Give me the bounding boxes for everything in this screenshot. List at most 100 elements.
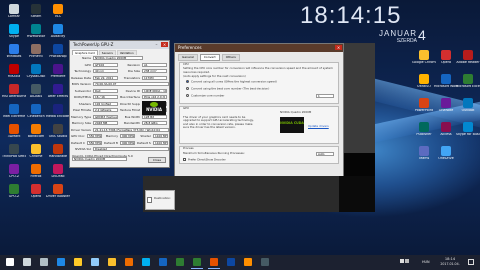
- max-processes-select[interactable]: Auto: [316, 152, 334, 156]
- taskbar-excel[interactable]: [172, 256, 188, 269]
- app-icon: [31, 144, 41, 154]
- desktop-icon[interactable]: Google Chrome: [412, 50, 436, 65]
- desktop-icon[interactable]: Publisher: [412, 122, 436, 137]
- tab-general[interactable]: General: [178, 54, 198, 61]
- taskbar-explorer[interactable]: [70, 256, 86, 269]
- taskbar: HUN 18:14 2017.01.04.: [0, 255, 480, 270]
- gpu-select[interactable]: NVIDIA Quadro 2000M: [72, 157, 127, 161]
- desktop-icon[interactable]: Skype: [2, 24, 26, 39]
- desktop-icon[interactable]: OneDrive: [434, 146, 458, 161]
- desktop-icon[interactable]: Outlook: [456, 98, 480, 113]
- desktop-icon[interactable]: Skype for Business: [456, 122, 480, 137]
- cpu-option-custom[interactable]: Customize core number: [186, 94, 224, 98]
- tab-convert[interactable]: Convert: [199, 54, 220, 61]
- desktop-icon[interactable]: DVDFab: [46, 164, 70, 179]
- taskbar-search[interactable]: [19, 256, 35, 269]
- desktop-icon[interactable]: FileZilla: [2, 64, 26, 79]
- app-icon: [463, 50, 473, 60]
- directshow-option[interactable]: Prefer DirectShow Decoder: [183, 158, 226, 162]
- gpuz-titlebar[interactable]: TechPowerUp GPU-Z – ×: [70, 41, 169, 49]
- gpuz-row-label: Driver Version: [71, 127, 91, 132]
- desktop-icon-label: Publisher: [416, 133, 432, 136]
- desktop-icon[interactable]: Premiere: [46, 64, 70, 79]
- language-indicator[interactable]: HUN: [422, 255, 430, 270]
- desktop-icon[interactable]: Chrome: [24, 144, 48, 159]
- taskbar-edge[interactable]: [53, 256, 69, 269]
- taskbar-word[interactable]: [155, 256, 171, 269]
- tab-graphics-card[interactable]: Graphics Card: [72, 50, 98, 55]
- desktop-icon[interactable]: PowerPoint: [412, 98, 436, 113]
- cpu-option-best-core[interactable]: Convert using the best core number (The …: [186, 87, 269, 91]
- desktop-icon[interactable]: After Effects: [46, 84, 70, 99]
- desktop-icon[interactable]: CrystalDisk: [24, 64, 48, 79]
- desktop-icon[interactable]: Teams: [412, 146, 436, 161]
- preferences-titlebar[interactable]: Preferences ×: [175, 44, 343, 52]
- network-icon[interactable]: [400, 259, 404, 263]
- tab-others[interactable]: Others: [221, 54, 240, 61]
- desktop-icon[interactable]: Access: [434, 122, 458, 137]
- taskbar-photoshop[interactable]: [223, 256, 239, 269]
- desktop-icon[interactable]: Lomtár: [2, 4, 26, 19]
- tab-sensors[interactable]: Sensors: [98, 50, 116, 55]
- desktop-icon[interactable]: Opera: [24, 184, 48, 199]
- minimize-button[interactable]: –: [153, 42, 160, 47]
- notification-icon[interactable]: [468, 259, 474, 265]
- word-icon: [159, 258, 167, 266]
- desktop-icon[interactable]: Opera: [434, 50, 458, 65]
- taskbar-store[interactable]: [87, 256, 103, 269]
- desktop-icon[interactable]: OneNote: [434, 98, 458, 113]
- desktop-icon[interactable]: Microsoft Word: [434, 74, 458, 89]
- close-button[interactable]: ×: [335, 45, 342, 50]
- taskbar-vlc[interactable]: [240, 256, 256, 269]
- volume-icon[interactable]: [405, 259, 409, 263]
- desktop-icon[interactable]: Windows: [2, 44, 26, 59]
- tab-validation[interactable]: Validation: [116, 50, 137, 55]
- desktop-icon[interactable]: Driver Booster: [46, 184, 70, 199]
- desktop-icon[interactable]: Cinebench: [24, 104, 48, 119]
- desktop-icon[interactable]: ThinkPad Settings: [2, 144, 26, 159]
- desktop-icon[interactable]: Steam: [24, 4, 48, 19]
- cpu-option-all-cores[interactable]: Convert using all cores (Offers the high…: [186, 80, 277, 84]
- radio-all-cores[interactable]: [186, 80, 189, 83]
- taskbar-skype[interactable]: [138, 256, 154, 269]
- desktop-icon[interactable]: OBS Studio: [46, 124, 70, 139]
- desktop-icon[interactable]: MSI Afterburner: [2, 84, 26, 99]
- taskbar-chrome[interactable]: [104, 256, 120, 269]
- gpuz-row-label: GPU: [84, 62, 91, 67]
- close-button[interactable]: ×: [161, 42, 168, 47]
- clock-date: JANUAR SZERDA: [355, 30, 425, 45]
- desktop-icon[interactable]: Microsoft Excel: [456, 74, 480, 89]
- gpuz-close-button[interactable]: Close: [148, 157, 166, 163]
- taskbar-task-view[interactable]: [36, 256, 52, 269]
- taskbar-converter[interactable]: [206, 256, 222, 269]
- desktop-icon[interactable]: Bandicam: [24, 124, 48, 139]
- core-number-spinner[interactable]: 1: [316, 94, 334, 98]
- tray-clock[interactable]: 18:14 2017.01.04.: [435, 257, 465, 267]
- desktop-icon[interactable]: Photoshop: [46, 44, 70, 59]
- taskbar-steam[interactable]: [257, 256, 273, 269]
- directshow-checkbox[interactable]: [183, 158, 186, 161]
- desktop-icon[interactable]: Audacity: [46, 24, 70, 39]
- desktop-icon[interactable]: CPU-Z: [2, 164, 26, 179]
- desktop-icon[interactable]: Prime95: [24, 44, 48, 59]
- desktop-icon[interactable]: Adobe Reader: [456, 50, 480, 65]
- desktop-icon[interactable]: 3DMark: [2, 124, 26, 139]
- update-drivers-link[interactable]: Update drivers: [308, 124, 329, 129]
- radio-best-core[interactable]: [186, 87, 189, 90]
- gpuz-row-label: Name: [82, 56, 91, 60]
- desktop-icon[interactable]: HWMonitor: [24, 24, 48, 39]
- desktop-icon[interactable]: UltraISO: [412, 74, 436, 89]
- desktop-icon[interactable]: GPU-Z: [2, 184, 26, 199]
- taskbar-gpuz[interactable]: [189, 256, 205, 269]
- taskbar-windows-start[interactable]: [2, 256, 18, 269]
- app-icon: [31, 104, 41, 114]
- radio-custom-core[interactable]: [186, 94, 189, 97]
- desktop-icon[interactable]: Intel Extreme: [2, 104, 26, 119]
- desktop-icon[interactable]: Firefox: [24, 164, 48, 179]
- desktop-icon[interactable]: VLC: [46, 4, 70, 19]
- taskbar-firefox[interactable]: [121, 256, 137, 269]
- desktop-icon[interactable]: HandBrake: [46, 144, 70, 159]
- desktop-icon[interactable]: AIDA64: [24, 84, 48, 99]
- desktop-icon[interactable]: Media Encoder: [46, 104, 70, 119]
- tray-icons: [400, 255, 420, 270]
